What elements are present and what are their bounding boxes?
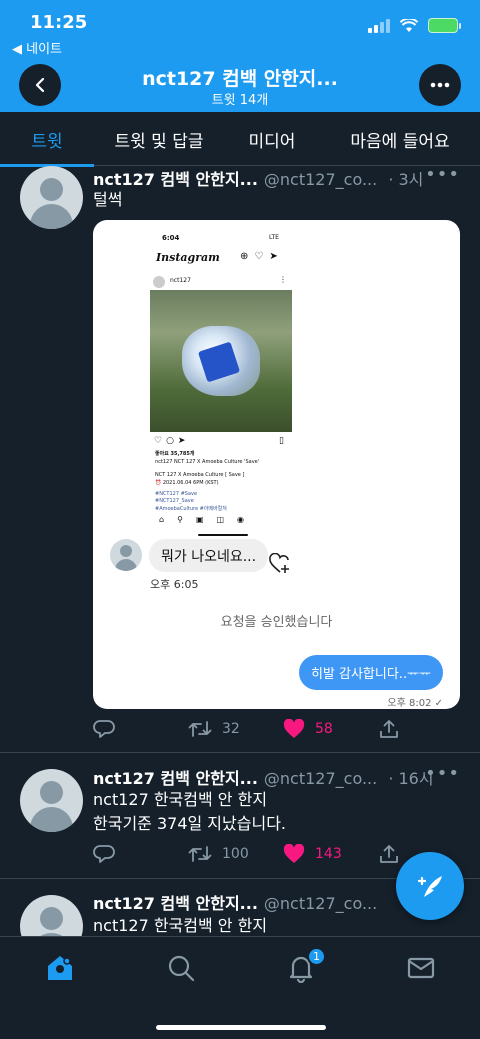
more-dots-icon: [430, 82, 450, 88]
retweet-icon: [188, 721, 212, 737]
retweet-button[interactable]: 32: [188, 719, 240, 739]
instagram-username: nct127: [170, 277, 191, 284]
profile-tabs: 트윗 트윗 및 답글 미디어 마음에 들어요: [0, 112, 480, 167]
avatar[interactable]: [20, 895, 83, 936]
instagram-hashtag: #NCT127 #Save: [155, 491, 198, 497]
instagram-home-indicator: [198, 534, 248, 536]
tweet-more-button[interactable]: •••: [425, 763, 460, 784]
instagram-top-icons: ⊕♡➤: [240, 251, 284, 262]
dm-request-approved: 요청을 승인했습니다: [220, 615, 333, 630]
dm-received-message: 뭐가 나오네요...: [149, 539, 269, 572]
like-button[interactable]: 58: [283, 719, 333, 739]
tweet-time: · 3시: [388, 170, 424, 189]
page-title: nct127 컴백 안한지...: [142, 68, 338, 90]
notification-badge: 1: [307, 947, 326, 966]
instagram-caption: ⏰ 2021.06.04 6PM (KST): [155, 480, 219, 486]
share-button[interactable]: [379, 719, 399, 739]
phone-status-time: 6:04: [162, 234, 180, 242]
search-icon[interactable]: [166, 953, 196, 983]
tweet-text: 한국기준 374일 지났습니다.: [93, 814, 286, 833]
home-icon[interactable]: [45, 953, 75, 983]
tweet-text: nct127 한국컴백 안 한지: [93, 916, 268, 935]
messages-envelope-icon[interactable]: [406, 953, 436, 983]
instagram-caption: NCT 127 X Amoeba Culture [ Save ]: [155, 472, 245, 478]
like-button[interactable]: 143: [283, 844, 342, 864]
tweet-more-button[interactable]: •••: [425, 166, 460, 185]
reply-button[interactable]: [93, 844, 115, 864]
status-bar: 11:25 ◀ 네이트: [0, 0, 480, 60]
retweet-icon: [188, 846, 212, 862]
profile-header: 11:25 ◀ 네이트 nct127 컴백 안한지... 트윗 14개: [0, 0, 480, 112]
instagram-caption: nct127 NCT 127 X Amoeba Culture 'Save': [155, 459, 260, 465]
tab-tweets[interactable]: 트윗: [0, 112, 94, 167]
tab-tweets-and-replies[interactable]: 트윗 및 답글: [94, 112, 224, 166]
status-icons: [368, 18, 461, 33]
dm-sent-message: 히발 감사합니다..ᅲᅲ: [298, 655, 443, 690]
share-icon: [380, 720, 398, 738]
reply-icon: [93, 845, 115, 863]
tab-media[interactable]: 미디어: [224, 112, 320, 166]
instagram-logo: Instagram: [156, 251, 220, 264]
tweet-feed[interactable]: nct127 컴백 안한지... @nct127_co... · 3시 ••• 털…: [0, 166, 480, 936]
tweet-actions: 100 143: [93, 844, 453, 868]
phone-status-network: LTE: [269, 234, 279, 241]
battery-icon: [428, 18, 461, 33]
like-count: 58: [315, 721, 333, 737]
tweet-author-name: nct127 컴백 안한지...: [93, 894, 258, 913]
home-indicator-bar: [156, 1025, 326, 1030]
tweet-text: 털썩: [93, 190, 123, 209]
bottom-navigation: 1: [0, 936, 480, 1039]
compose-tweet-button[interactable]: [396, 852, 464, 920]
tweet-author-handle: @nct127_co...: [263, 769, 378, 788]
tweet-actions: 32 58: [93, 719, 453, 743]
tab-likes[interactable]: 마음에 들어요: [320, 112, 480, 166]
dm-avatar: [110, 539, 142, 571]
instagram-likes: 좋아요 35,785개: [155, 451, 195, 457]
instagram-hashtag: #AmoebaCulture #아메바컬쳐: [155, 506, 227, 512]
reply-button[interactable]: [93, 719, 115, 739]
reply-icon: [93, 720, 115, 738]
instagram-nav-icons: ⌂⚲▣◫◉: [159, 515, 258, 524]
instagram-bookmark-icon: ▯: [279, 436, 284, 446]
tweet-author-name: nct127 컴백 안한지...: [93, 170, 258, 189]
dm-sent-time: 오후 8:02 ✓: [387, 698, 443, 709]
tweet-count: 트윗 14개: [211, 93, 269, 108]
avatar[interactable]: [20, 166, 83, 229]
cellular-signal-icon: [368, 18, 390, 33]
instagram-more-icon: ⋮: [279, 275, 287, 284]
instagram-user-avatar: [153, 276, 165, 288]
compose-feather-icon: [417, 876, 442, 897]
tweet-text: nct127 한국컴백 안 한지: [93, 790, 268, 809]
tweet-author-name: nct127 컴백 안한지...: [93, 769, 258, 788]
heart-plus-icon: [269, 553, 289, 573]
tweet-author-handle: @nct127_co...: [263, 894, 378, 913]
tweet[interactable]: nct127 컴백 안한지... @nct127_co... · 3시 ••• 털…: [0, 166, 480, 753]
wifi-icon: [400, 18, 418, 32]
instagram-hashtag: #NCT127_Save: [155, 498, 194, 504]
instagram-post-photo: [150, 290, 292, 432]
dm-received-time: 오후 6:05: [150, 578, 199, 591]
status-time: 11:25: [30, 12, 88, 33]
more-options-button[interactable]: [419, 64, 461, 106]
heart-filled-icon: [283, 719, 305, 738]
avatar[interactable]: [20, 769, 83, 832]
instagram-action-icons: ♡○➤: [154, 436, 190, 446]
tweet-media-image[interactable]: 6:04 LTE Instagram ⊕♡➤ nct127 ⋮ ♡○➤ ▯ 좋아…: [93, 220, 460, 709]
share-icon: [380, 845, 398, 863]
retweet-count: 32: [222, 721, 240, 737]
back-to-app-link[interactable]: ◀ 네이트: [12, 38, 62, 57]
share-button[interactable]: [379, 844, 399, 864]
retweet-count: 100: [222, 846, 249, 862]
tweet-author-handle: @nct127_co...: [263, 170, 378, 189]
like-count: 143: [315, 846, 342, 862]
heart-filled-icon: [283, 844, 305, 863]
retweet-button[interactable]: 100: [188, 844, 249, 864]
